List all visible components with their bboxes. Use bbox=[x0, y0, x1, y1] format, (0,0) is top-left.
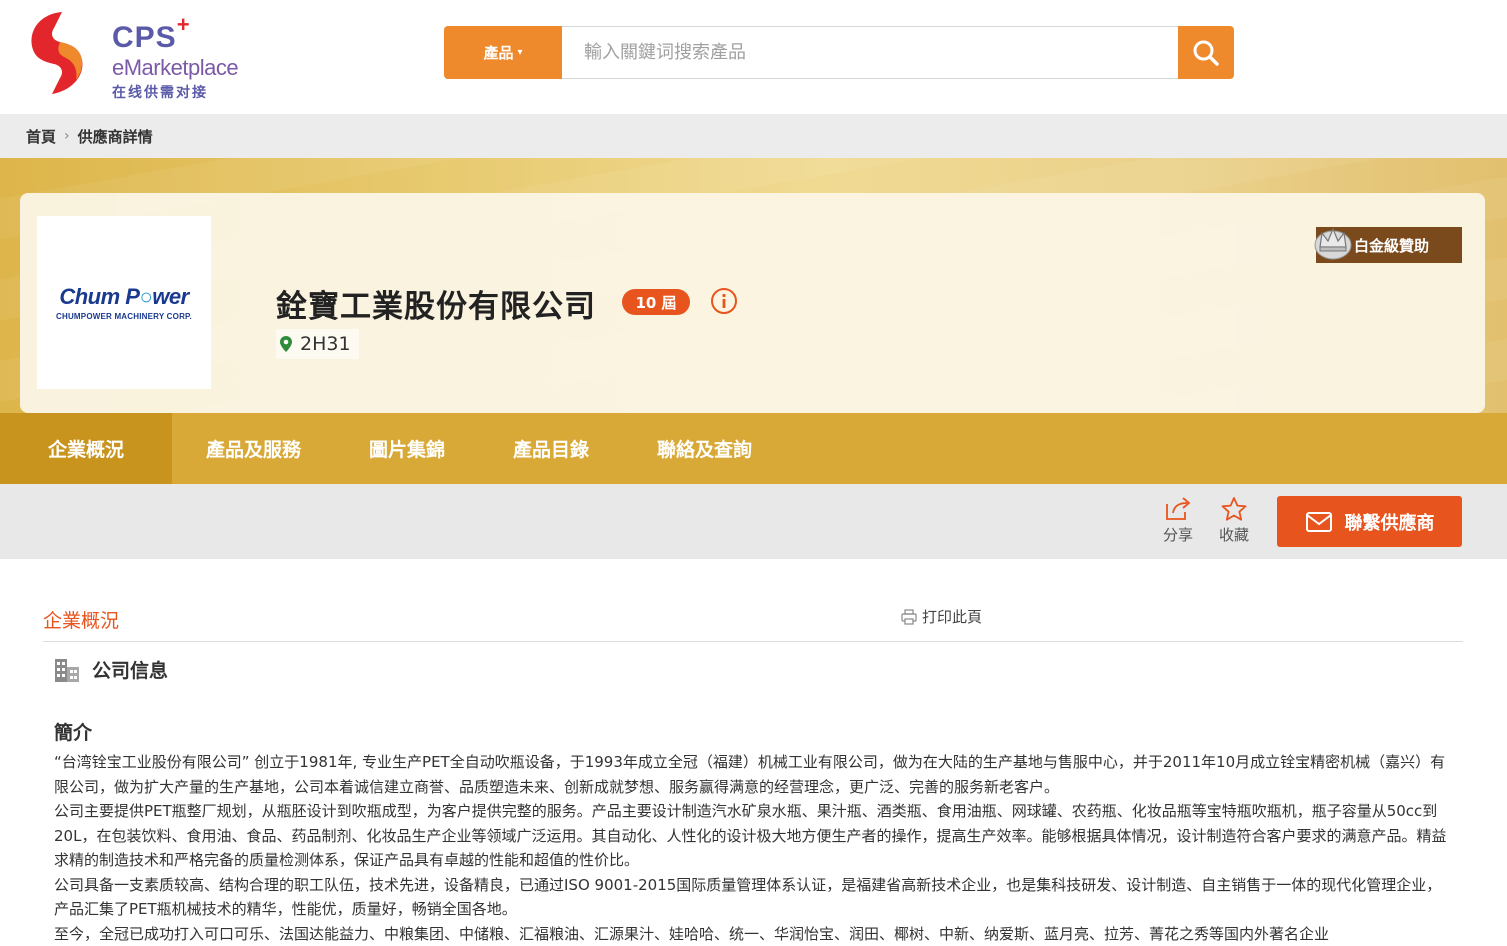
tab-contact-inquiry[interactable]: 聯絡及查詢 bbox=[623, 413, 786, 484]
intro-heading: 簡介 bbox=[54, 718, 92, 745]
print-button[interactable]: 打印此頁 bbox=[901, 606, 982, 627]
company-logo: Chum P○wer CHUMPOWER MACHINERY CORP. bbox=[37, 216, 211, 389]
supplier-tabs: 企業概況 產品及服務 圖片集錦 產品目錄 聯絡及查詢 bbox=[0, 413, 1507, 484]
intro-paragraph: “台湾铨宝工业股份有限公司” 创立于1981年, 专业生产PET全自动吹瓶设备，… bbox=[54, 750, 1454, 799]
section-header: 企業概況 打印此頁 bbox=[43, 596, 1463, 642]
location-pin-icon bbox=[280, 336, 292, 352]
company-logo-wordmark: Chum P○wer bbox=[59, 284, 188, 310]
caret-down-icon: ▾ bbox=[517, 47, 522, 58]
cps-logo-icon[interactable] bbox=[24, 8, 90, 96]
logo-emarketplace-text: eMarketplace bbox=[112, 55, 238, 81]
breadcrumb-home[interactable]: 首頁 bbox=[26, 126, 56, 147]
supplier-card: Chum P○wer CHUMPOWER MACHINERY CORP. 銓寶工… bbox=[20, 193, 1485, 413]
search-category-dropdown[interactable]: 產品 ▾ bbox=[444, 26, 562, 79]
favorite-button[interactable]: 收藏 bbox=[1219, 496, 1249, 545]
intro-paragraph: 至今，全冠已成功打入可口可乐、法国达能益力、中粮集团、中储粮、汇福粮油、汇源果汁… bbox=[54, 922, 1454, 946]
company-name: 銓寶工業股份有限公司 bbox=[276, 281, 596, 326]
company-info-heading: 公司信息 bbox=[54, 656, 168, 683]
breadcrumb: 首頁 › 供應商詳情 bbox=[0, 114, 1507, 158]
company-info-label: 公司信息 bbox=[92, 656, 168, 683]
info-icon[interactable] bbox=[710, 287, 738, 315]
edition-badge: 10 屆 bbox=[622, 289, 690, 315]
chevron-right-icon: › bbox=[64, 128, 70, 144]
breadcrumb-current: 供應商詳情 bbox=[78, 126, 153, 147]
company-logo-subtitle: CHUMPOWER MACHINERY CORP. bbox=[56, 312, 192, 321]
print-label: 打印此頁 bbox=[922, 606, 982, 627]
logo-cps-text: CPS+ bbox=[112, 14, 238, 53]
sponsor-label: 白金級贊助 bbox=[1354, 235, 1429, 256]
building-icon bbox=[54, 657, 80, 683]
favorite-label: 收藏 bbox=[1219, 524, 1249, 545]
tab-company-overview[interactable]: 企業概況 bbox=[0, 413, 172, 484]
booth-location: 2H31 bbox=[276, 329, 359, 359]
star-icon bbox=[1220, 496, 1248, 522]
search-input[interactable] bbox=[562, 26, 1178, 79]
mail-icon bbox=[1305, 511, 1333, 533]
contact-supplier-button[interactable]: 聯繫供應商 bbox=[1277, 496, 1462, 547]
search-button[interactable] bbox=[1178, 26, 1234, 79]
brand-logo[interactable]: CPS+ eMarketplace 在线供需对接 bbox=[112, 14, 238, 102]
search-icon bbox=[1191, 38, 1221, 68]
share-label: 分享 bbox=[1163, 524, 1193, 545]
tab-photo-gallery[interactable]: 圖片集錦 bbox=[335, 413, 479, 484]
sponsor-badge: 白金級贊助 bbox=[1316, 227, 1462, 263]
tab-products-services[interactable]: 產品及服務 bbox=[172, 413, 335, 484]
intro-body: “台湾铨宝工业股份有限公司” 创立于1981年, 专业生产PET全自动吹瓶设备，… bbox=[54, 750, 1454, 946]
share-button[interactable]: 分享 bbox=[1163, 496, 1193, 545]
share-icon bbox=[1164, 496, 1192, 522]
contact-supplier-label: 聯繫供應商 bbox=[1345, 509, 1435, 535]
printer-icon bbox=[901, 609, 917, 625]
intro-paragraph: 公司主要提供PET瓶整厂规划，从瓶胚设计到吹瓶成型，为客户提供完整的服务。产品主… bbox=[54, 799, 1454, 873]
section-title: 企業概況 bbox=[43, 606, 119, 633]
site-header: CPS+ eMarketplace 在线供需对接 產品 ▾ bbox=[0, 0, 1507, 114]
booth-number: 2H31 bbox=[300, 333, 351, 355]
crown-icon bbox=[1312, 221, 1354, 261]
logo-subtitle: 在线供需对接 bbox=[112, 82, 238, 102]
search-category-label: 產品 bbox=[483, 42, 513, 63]
supplier-banner: Chum P○wer CHUMPOWER MACHINERY CORP. 銓寶工… bbox=[0, 158, 1507, 484]
search-bar: 產品 ▾ bbox=[444, 26, 1234, 79]
intro-paragraph: 公司具备一支素质较高、结构合理的职工队伍，技术先进，设备精良，已通过ISO 90… bbox=[54, 873, 1454, 922]
tab-product-catalog[interactable]: 產品目錄 bbox=[479, 413, 623, 484]
action-bar: 分享 收藏 聯繫供應商 bbox=[0, 484, 1507, 559]
